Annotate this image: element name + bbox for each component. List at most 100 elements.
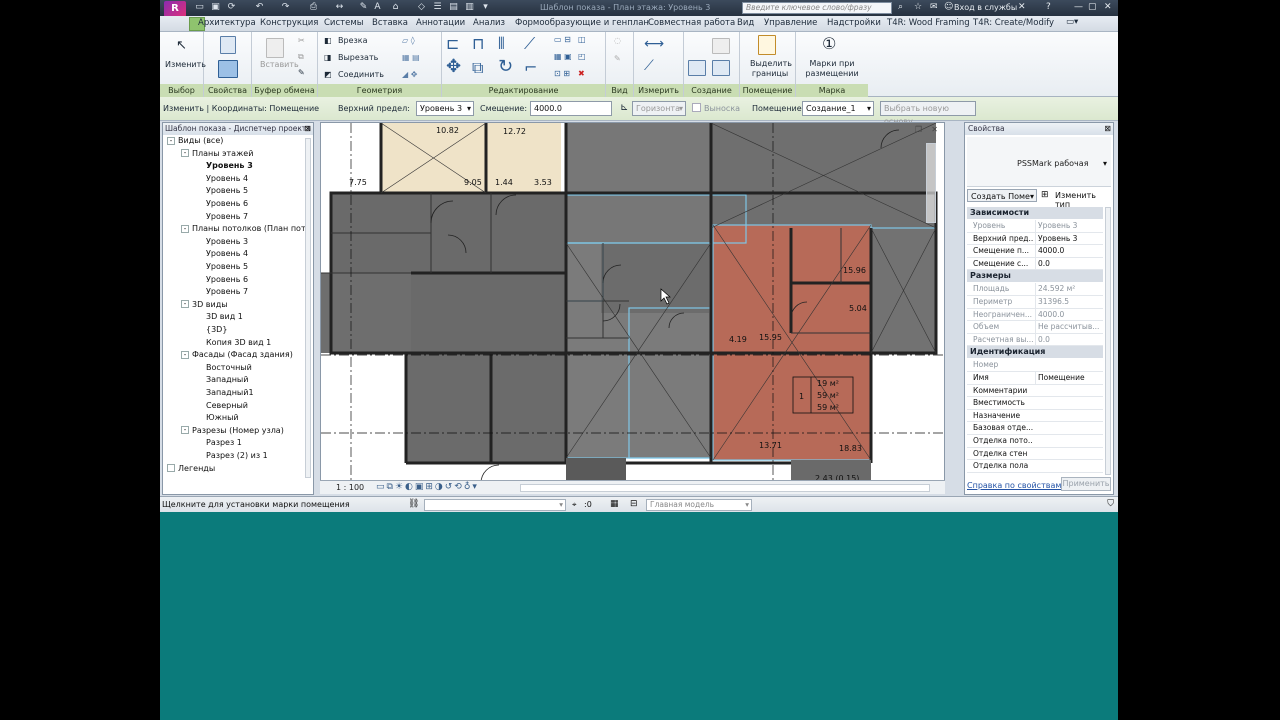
switch-windows-icon[interactable]: ▥ [464,2,475,13]
properties-help-link[interactable]: Справка по свойствам [967,481,1061,490]
tab-collaborate[interactable]: Совместная работа [648,18,735,28]
print-icon[interactable]: ⎙ [308,2,319,13]
mirror-axis-icon[interactable]: ⫴ [498,34,505,54]
leader-checkbox[interactable] [692,103,701,112]
align-icon[interactable]: ⊏ [446,34,459,53]
cut-geometry-button[interactable]: Вырезать [338,53,378,62]
sync-icon[interactable]: ⟳ [226,2,237,13]
paint-icon[interactable]: ◢ ✥ [402,70,417,79]
tree-item[interactable]: - Планы этажей [181,149,253,158]
match-properties-icon[interactable]: ✎ [298,68,305,77]
filter-selection-icon[interactable]: ⛉ [1107,499,1114,509]
property-value[interactable]: Уровень 3 [1035,232,1101,245]
scrollbar[interactable] [305,138,311,478]
view-controls-icon[interactable]: ▭⧉☀◐▣⊞◑↺⟲♁▾ [376,482,479,492]
type-selector[interactable]: PSSMark рабочая ▾ [967,137,1111,187]
communication-icon[interactable]: ✉ [930,2,938,13]
tree-item[interactable]: Уровень 3 [195,237,248,246]
undo-icon[interactable]: ↶ [254,2,265,13]
tree-item[interactable]: Восточный [195,363,252,372]
property-row[interactable]: Площадь 24.592 м² [967,283,1103,296]
unpin-icon[interactable]: ◰ [578,52,586,61]
filter-icon[interactable]: ⌖ [572,500,577,510]
move-icon[interactable]: ✥ [446,56,461,77]
property-row[interactable]: Неограничен... 4000.0 [967,308,1103,322]
mirror-draw-icon[interactable]: ⟋ [524,34,535,54]
measure-between-icon[interactable]: ⟷ [644,36,664,52]
collapse-toggle-icon[interactable]: - [181,350,189,359]
property-value[interactable]: Уровень 3 [1035,220,1101,232]
tree-item[interactable]: Уровень 5 [195,262,248,271]
cut-clipboard-icon[interactable]: ✂ [298,36,305,45]
property-value[interactable]: 0.0 [1035,257,1101,270]
scale-label[interactable]: 1 : 100 [336,483,364,492]
horizontal-scrollbar[interactable] [520,484,930,492]
tab-insert[interactable]: Вставка [372,18,408,28]
tree-item[interactable]: - Планы потолков (План пот [181,224,305,233]
redo-icon[interactable]: ↷ [280,2,291,13]
navigation-bar[interactable] [926,143,936,223]
property-value[interactable]: 4000.0 [1035,245,1101,258]
tab-addins[interactable]: Надстройки [827,18,881,28]
help-icon[interactable]: ? [1046,2,1051,13]
tree-item[interactable]: Копия 3D вид 1 [195,338,271,347]
save-icon[interactable]: ▣ [210,2,221,13]
floor-plan[interactable]: 10.82 12.72 7.75 9.05 1.44 3.53 15.96 5.… [321,123,945,492]
search-input[interactable]: Введите ключевое слово/фразу [742,2,892,14]
property-value[interactable]: 24.592 м² [1035,283,1101,296]
workset-select[interactable]: ▾ [424,499,566,511]
property-row[interactable]: Уровень Уровень 3 [967,220,1103,233]
property-row[interactable]: Верхний пред... Уровень 3 [967,232,1103,246]
paste-button[interactable]: Вставить [260,60,299,69]
property-row[interactable]: Смещение п... 4000.0 [967,245,1103,258]
tree-item[interactable]: - Виды (все) [167,136,223,145]
thin-lines-icon[interactable]: ☰ [432,2,443,13]
tab-view[interactable]: Вид [737,18,754,28]
delete-icon[interactable]: ✖ [578,69,585,78]
collapse-toggle-icon[interactable]: - [181,149,189,158]
collapse-toggle-icon[interactable]: - [181,224,189,233]
cope-icon[interactable]: ◧ [324,36,332,45]
create-parts-icon[interactable] [712,38,730,54]
tree-item[interactable]: Уровень 6 [195,275,248,284]
dimension-icon[interactable]: ✎ [358,2,369,13]
property-value[interactable]: Помещение [1035,372,1101,384]
tab-manage[interactable]: Управление [764,18,817,28]
join-icon[interactable]: ◩ [324,70,332,79]
tree-item[interactable]: Легенды [167,464,215,473]
drawing-area[interactable]: 10.82 12.72 7.75 9.05 1.44 3.53 15.96 5.… [320,122,945,492]
tree-item[interactable]: Уровень 6 [195,199,248,208]
worksharing-icon[interactable]: ⛓ [408,499,419,509]
trim-icon[interactable]: ⌐ [524,58,537,77]
property-row[interactable]: Вместимость [967,397,1103,410]
tree-item[interactable]: Уровень 7 [195,212,248,221]
measure-icon[interactable]: ↔ [334,2,345,13]
editable-icon[interactable]: ⊟ [630,499,638,509]
property-row[interactable]: Номер [967,359,1103,372]
tree-item[interactable]: Уровень 4 [195,249,248,258]
type-properties-icon[interactable] [218,60,238,78]
highlight-boundaries-icon[interactable] [758,35,776,55]
tree-item[interactable]: - Разрезы (Номер узла) [181,426,284,435]
rotate-icon[interactable]: ↻ [498,56,513,77]
login-button[interactable]: Вход в службы [954,3,1017,12]
search-icon[interactable]: ⌕ [898,2,903,13]
minimize-icon[interactable]: — [1074,2,1083,13]
tab-t4r-wood-framing[interactable]: T4R: Wood Framing [887,18,970,28]
pin-icon[interactable]: ◫ [578,35,586,44]
property-row[interactable]: Отделка пото... [967,435,1103,448]
apply-button[interactable]: Применить [1061,477,1111,491]
tree-item[interactable]: Уровень 7 [195,287,248,296]
tree-item[interactable]: Южный [195,413,239,422]
property-group-header[interactable]: Зависимости [967,207,1103,219]
close-icon[interactable]: ⊠ [304,124,311,133]
property-value[interactable]: 31396.5 [1035,296,1101,308]
create-assembly-icon[interactable] [688,60,706,76]
tree-item[interactable]: Разрез (2) из 1 [195,451,268,460]
ribbon-minimize-icon[interactable]: ▭▾ [1066,17,1078,27]
tree-item[interactable]: Уровень 5 [195,186,248,195]
pick-new-host-button[interactable]: Выбрать новую основу [880,101,976,126]
property-row[interactable]: Базовая отде... [967,422,1103,435]
property-row[interactable]: Периметр 31396.5 [967,296,1103,309]
user-icon[interactable]: ☺ [944,2,953,13]
